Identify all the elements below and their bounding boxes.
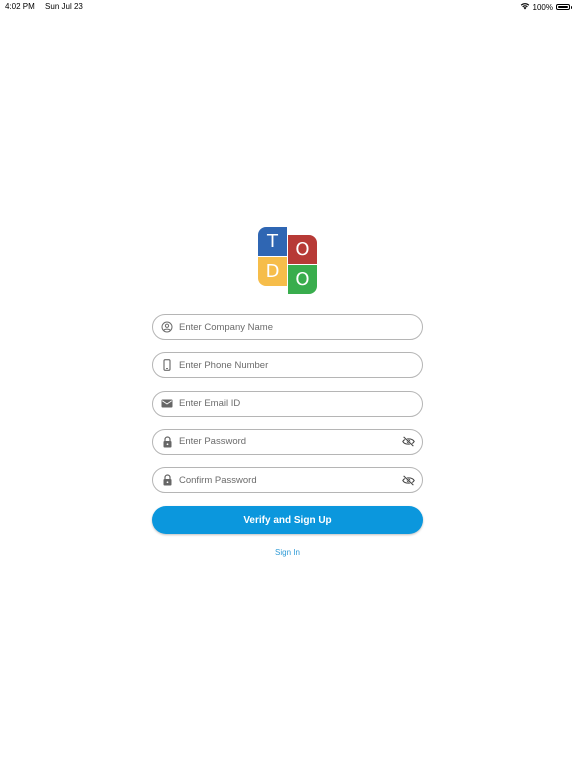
user-circle-icon bbox=[161, 321, 173, 333]
phone-number-input[interactable] bbox=[179, 359, 389, 371]
todo-logo: T O D O bbox=[258, 227, 318, 295]
battery-percent: 100% bbox=[532, 2, 553, 12]
logo-tile-o-bottom: O bbox=[288, 265, 317, 294]
battery-icon bbox=[556, 4, 572, 10]
logo-tile-o-top: O bbox=[288, 235, 317, 264]
status-time: 4:02 PM bbox=[5, 2, 35, 11]
signup-form: Verify and Sign Up Sign In bbox=[152, 314, 423, 557]
lock-icon bbox=[161, 436, 173, 448]
logo-tile-d: D bbox=[258, 257, 287, 286]
logo-tile-t: T bbox=[258, 227, 287, 256]
email-input[interactable] bbox=[179, 398, 389, 410]
confirm-password-input[interactable] bbox=[179, 474, 389, 486]
phone-number-field bbox=[152, 352, 423, 379]
mail-icon bbox=[161, 398, 173, 410]
status-left: 4:02 PM Sun Jul 23 bbox=[5, 2, 83, 11]
password-input[interactable] bbox=[179, 436, 389, 448]
battery-level bbox=[558, 6, 568, 8]
phone-icon bbox=[161, 359, 173, 372]
status-date: Sun Jul 23 bbox=[45, 2, 83, 11]
status-right: 100% bbox=[520, 2, 572, 12]
email-field bbox=[152, 390, 423, 417]
lock-icon bbox=[161, 474, 173, 486]
wifi-icon bbox=[520, 2, 530, 12]
eye-off-icon[interactable] bbox=[402, 474, 415, 486]
password-field bbox=[152, 428, 423, 455]
verify-and-sign-up-button[interactable]: Verify and Sign Up bbox=[152, 506, 423, 535]
sign-in-link[interactable]: Sign In bbox=[152, 548, 423, 557]
confirm-password-field bbox=[152, 467, 423, 494]
eye-off-icon[interactable] bbox=[402, 436, 415, 448]
status-bar: 4:02 PM Sun Jul 23 100% bbox=[0, 0, 576, 12]
company-name-input[interactable] bbox=[179, 321, 389, 333]
company-name-field bbox=[152, 314, 423, 340]
